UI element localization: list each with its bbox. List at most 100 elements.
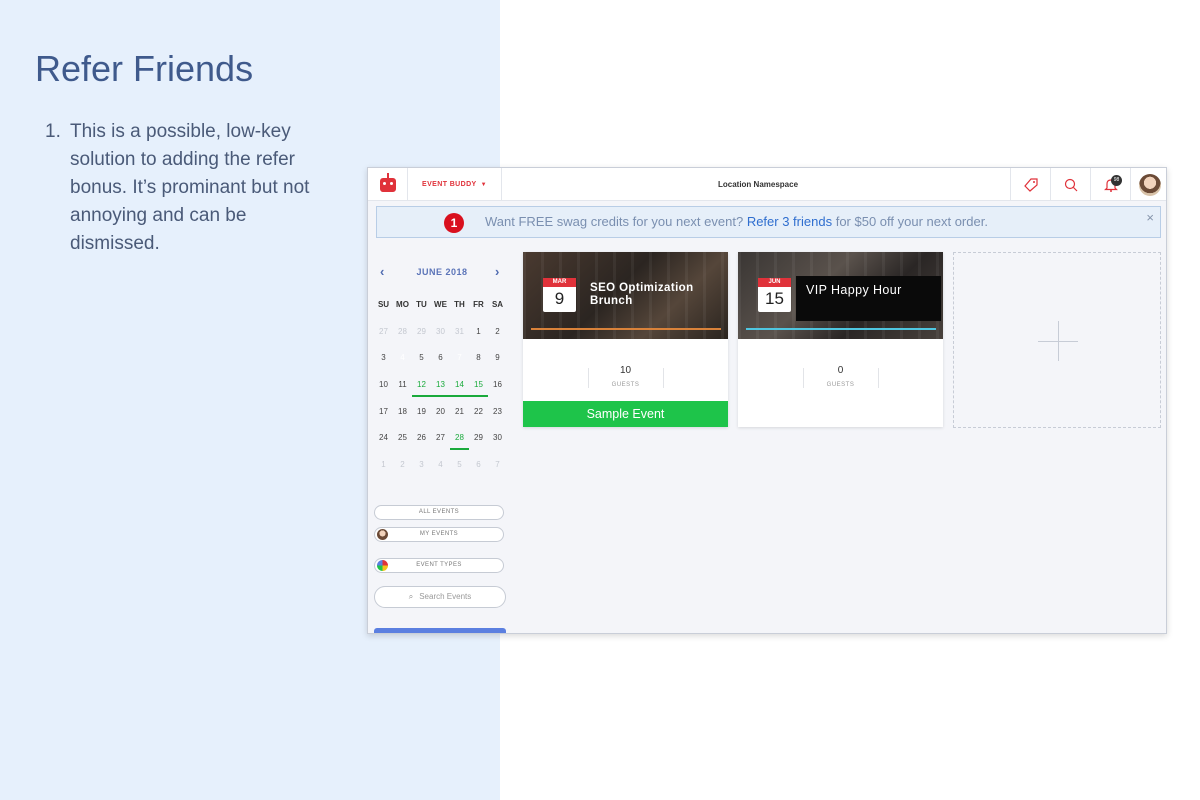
calendar-day[interactable]: 2 [393,456,412,483]
calendar-day[interactable]: 21 [450,403,469,430]
note-line: annoying and can be [70,205,247,226]
referral-banner: 1 Want FREE swag credits for you next ev… [376,206,1161,238]
calendar-day[interactable]: 28 [393,323,412,350]
date-day: 15 [765,289,784,308]
calendar-day[interactable]: 25 [393,429,412,456]
event-title-line: Brunch [590,295,633,307]
search-icon [1064,178,1077,191]
notes-list: 1. This is a possible, low-key solution … [45,118,355,258]
event-card[interactable]: JUN 15 VIP Happy Hour 0 GUESTS [738,252,943,427]
calendar-day[interactable]: 30 [431,323,450,350]
calendar-month: JUNE 2018 [416,267,468,277]
profile-button[interactable] [1130,168,1166,201]
calendar-day[interactable]: 5 [412,349,431,376]
add-event-button[interactable] [953,252,1161,428]
calendar-day[interactable]: 19 [412,403,431,430]
calendar-day[interactable]: 24 [374,429,393,456]
app-menu-dropdown[interactable]: EVENT BUDDY ▼ [408,168,502,201]
calendar-day[interactable]: 20 [431,403,450,430]
close-icon[interactable]: × [1146,210,1154,225]
note-number: 1. [45,121,61,142]
annotation-marker: 1 [444,213,464,233]
refer-friends-link[interactable]: Refer 3 friends [747,214,832,229]
my-events-button[interactable]: MY EVENTS [374,527,504,542]
event-types-label: EVENT TYPES [416,562,462,568]
guest-number: 0 [837,365,844,376]
create-event-button[interactable] [374,628,506,633]
top-bar: EVENT BUDDY ▼ Location Namespace 98 [368,168,1166,201]
calendar-day[interactable]: 6 [431,349,450,376]
all-events-button[interactable]: ALL EVENTS [374,505,504,520]
guest-count: 10 GUESTS [523,364,728,388]
calendar-day[interactable]: 27 [431,429,450,456]
calendar-day[interactable]: 9 [488,349,507,376]
event-title: VIP Happy Hour [806,283,902,297]
event-image: MAR 9 SEO Optimization Brunch [523,252,728,339]
calendar-day[interactable]: 8 [469,349,488,376]
calendar-day[interactable]: 31 [450,323,469,350]
weekday-label: MO [396,300,409,309]
calendar-day[interactable]: 15 [469,376,488,403]
calendar: ‹ JUNE 2018 › SU MO TU WE TH FR SA 27 28 29 30 31 1 2… [368,264,512,469]
note-line: dismissed. [70,233,160,254]
calendar-day[interactable]: 13 [431,376,450,403]
banner-text: Want FREE swag credits for you next even… [485,207,988,237]
date-day: 9 [554,289,565,308]
calendar-day[interactable]: 30 [488,429,507,456]
calendar-day[interactable]: 5 [450,456,469,483]
calendar-day[interactable]: 4 [431,456,450,483]
calendar-day[interactable]: 3 [412,456,431,483]
banner-text-after: for $50 off your next order. [835,214,988,229]
calendar-grid: SU MO TU WE TH FR SA 27 28 29 30 31 1 2 3 4 5 6 7 8 9 10 11 12 1… [374,296,507,483]
event-accent-bar [531,328,721,330]
tag-button[interactable] [1010,168,1050,201]
location-title: Location Namespace [717,180,799,189]
event-types-button[interactable]: EVENT TYPES [374,558,504,573]
chevron-right-icon[interactable]: › [495,264,499,279]
event-card[interactable]: MAR 9 SEO Optimization Brunch 10 GUESTS … [523,252,728,427]
calendar-day[interactable]: 28 [450,429,469,456]
avatar [1138,173,1161,196]
calendar-day[interactable]: 7 [488,456,507,483]
logo-button[interactable] [368,168,408,201]
calendar-day[interactable]: 29 [412,323,431,350]
note-text: This is a possible, low-key solution to … [70,118,309,258]
weekday-label: FR [473,300,484,309]
slide: Refer Friends 1. This is a possible, low… [0,0,1200,800]
date-month: MAR [543,278,576,287]
calendar-day[interactable]: 29 [469,429,488,456]
search-events-input[interactable]: ⌕ Search Events [374,586,506,608]
search-button[interactable] [1050,168,1090,201]
calendar-day[interactable]: 7 [450,349,469,376]
calendar-day[interactable]: 14 [450,376,469,403]
calendar-day[interactable]: 22 [469,403,488,430]
chevron-left-icon[interactable]: ‹ [380,264,384,279]
calendar-day[interactable]: 12 [412,376,431,403]
note-line: solution to adding the refer [70,149,295,170]
event-title: SEO Optimization Brunch [590,282,694,308]
note-line: This is a possible, low-key [70,121,291,142]
calendar-day[interactable]: 16 [488,376,507,403]
calendar-day[interactable]: 26 [412,429,431,456]
notification-badge: 98 [1111,175,1122,186]
calendar-day[interactable]: 18 [393,403,412,430]
banner-text-before: Want FREE swag credits for you next even… [485,214,744,229]
event-title-line: SEO Optimization [590,282,694,294]
calendar-day[interactable]: 17 [374,403,393,430]
sample-event-tag[interactable]: Sample Event [523,401,728,427]
calendar-day[interactable]: 11 [393,376,412,403]
weekday-label: WE [434,300,447,309]
notifications-button[interactable]: 98 [1090,168,1130,201]
calendar-day[interactable]: 1 [469,323,488,350]
calendar-day[interactable]: 2 [488,323,507,350]
calendar-day[interactable]: 23 [488,403,507,430]
calendar-day[interactable]: 27 [374,323,393,350]
tag-icon [1023,177,1038,192]
calendar-day[interactable]: 10 [374,376,393,403]
calendar-day[interactable]: 4 [393,349,412,376]
chevron-down-icon: ▼ [480,181,487,188]
guest-count: 0 GUESTS [738,364,943,388]
calendar-day[interactable]: 3 [374,349,393,376]
calendar-day[interactable]: 6 [469,456,488,483]
calendar-day[interactable]: 1 [374,456,393,483]
